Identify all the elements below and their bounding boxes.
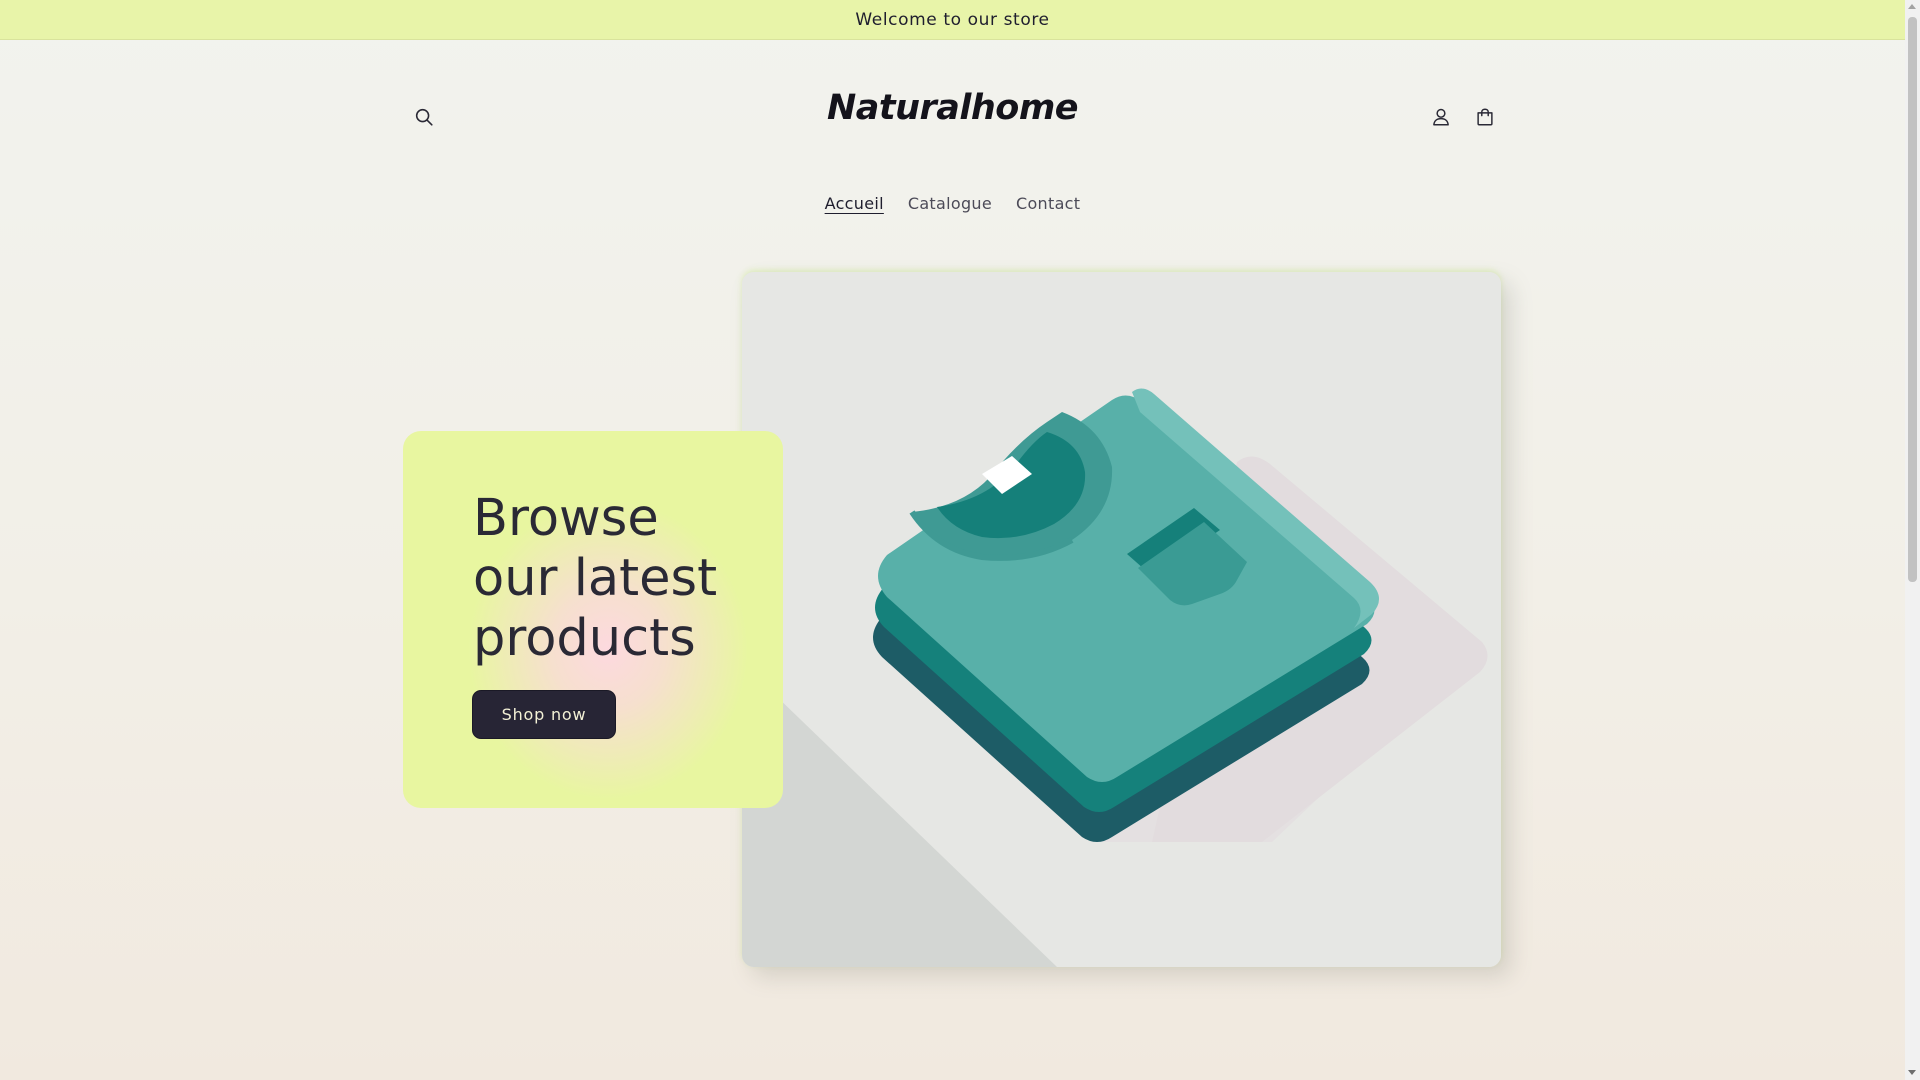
hero-heading: Browse our latest products — [473, 489, 718, 668]
nav-item-catalogue[interactable]: Catalogue — [908, 194, 992, 213]
nav-item-contact[interactable]: Contact — [1016, 194, 1080, 213]
nav-item-accueil[interactable]: Accueil — [825, 194, 884, 213]
folded-shirts-illustration — [742, 272, 1501, 967]
announcement-text: Welcome to our store — [855, 9, 1050, 30]
announcement-bar: Welcome to our store — [0, 0, 1905, 40]
page-scrollbar[interactable] — [1905, 0, 1920, 1080]
account-icon — [1433, 108, 1449, 126]
search-icon — [415, 108, 433, 126]
search-button[interactable] — [404, 97, 444, 137]
hero-image — [742, 272, 1501, 967]
cart-button[interactable] — [1465, 97, 1505, 137]
shop-now-button[interactable]: Shop now — [473, 691, 615, 738]
hero-card: Browse our latest products Shop now — [403, 431, 783, 808]
scroll-down-arrow-icon[interactable] — [1908, 1070, 1916, 1075]
page: Welcome to our store Naturalhome Accueil… — [0, 0, 1905, 1080]
main-navigation: Accueil Catalogue Contact — [0, 194, 1905, 213]
scroll-up-arrow-icon[interactable] — [1908, 4, 1916, 9]
account-button[interactable] — [1421, 97, 1461, 137]
site-logo[interactable]: Naturalhome — [780, 88, 1125, 128]
cart-icon — [1477, 108, 1493, 126]
scrollbar-thumb[interactable] — [1908, 17, 1917, 582]
